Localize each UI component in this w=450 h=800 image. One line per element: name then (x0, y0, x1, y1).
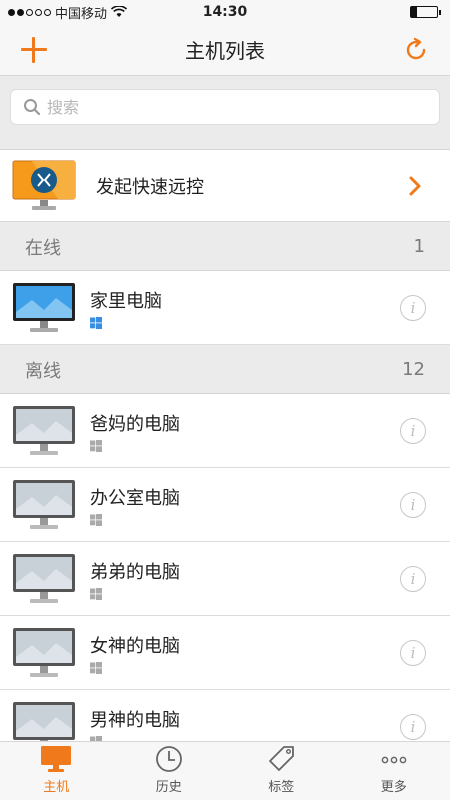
tab-label: 历史 (155, 780, 182, 795)
monitor-offline-icon (13, 405, 75, 455)
windows-icon (90, 661, 102, 674)
nav-bar: 主机列表 (0, 24, 450, 76)
info-button[interactable]: i (400, 491, 426, 518)
host-row[interactable]: 爸妈的电脑 i (0, 394, 450, 468)
info-button[interactable]: i (400, 565, 426, 592)
search-bar (0, 77, 450, 135)
host-name: 弟弟的电脑 (90, 561, 180, 583)
host-name: 办公室电脑 (90, 487, 180, 509)
quick-remote-icon (12, 160, 76, 210)
info-button[interactable]: i (400, 639, 426, 666)
windows-icon (90, 439, 102, 452)
host-row[interactable]: 家里电脑 i (0, 271, 450, 345)
section-header-offline: 离线 12 (0, 346, 450, 394)
search-box[interactable] (10, 89, 440, 125)
more-icon (381, 756, 407, 764)
status-bar: 中国移动 14:30 (0, 0, 450, 24)
tab-label: 更多 (380, 780, 407, 795)
monitor-online-icon (13, 282, 75, 332)
signal-strength-icon (8, 8, 51, 16)
carrier-name: 中国移动 (55, 6, 108, 22)
monitor-offline-icon (13, 553, 75, 603)
search-input[interactable] (47, 97, 407, 117)
section-count: 1 (413, 236, 425, 257)
clock-icon (155, 746, 182, 772)
info-button[interactable]: i (400, 294, 426, 321)
tab-label: 标签 (268, 780, 295, 795)
search-icon (24, 99, 41, 116)
chevron-right-icon (409, 176, 421, 195)
tab-bar: 主机 历史 标签 更多 (0, 741, 450, 800)
tab-tags[interactable]: 标签 (225, 742, 338, 800)
quick-remote-row[interactable]: 发起快速远控 (0, 149, 450, 222)
section-header-online: 在线 1 (0, 223, 450, 271)
monitor-offline-icon (13, 479, 75, 529)
host-row[interactable]: 女神的电脑 i (0, 616, 450, 690)
tab-hosts[interactable]: 主机 (0, 742, 113, 800)
add-host-button[interactable] (20, 36, 48, 64)
section-title: 离线 (25, 360, 61, 382)
host-name: 爸妈的电脑 (90, 413, 180, 435)
refresh-button[interactable] (402, 36, 430, 64)
host-name: 家里电脑 (90, 290, 162, 312)
info-button[interactable]: i (400, 417, 426, 444)
host-name: 女神的电脑 (90, 635, 180, 657)
battery-icon (410, 6, 441, 18)
tab-more[interactable]: 更多 (338, 742, 450, 800)
host-row[interactable]: 办公室电脑 i (0, 468, 450, 542)
info-button[interactable]: i (400, 713, 426, 740)
monitor-icon (41, 746, 72, 772)
windows-icon (90, 316, 102, 329)
host-name: 男神的电脑 (90, 709, 180, 731)
wifi-icon (111, 6, 128, 17)
page-title: 主机列表 (185, 39, 265, 63)
section-count: 12 (402, 359, 425, 380)
tab-history[interactable]: 历史 (113, 742, 226, 800)
host-row[interactable]: 弟弟的电脑 i (0, 542, 450, 616)
section-title: 在线 (25, 237, 61, 259)
tab-label: 主机 (43, 780, 70, 795)
monitor-offline-icon (13, 627, 75, 677)
windows-icon (90, 513, 102, 526)
tag-icon (269, 746, 295, 771)
quick-remote-label: 发起快速远控 (96, 176, 204, 198)
windows-icon (90, 587, 102, 600)
